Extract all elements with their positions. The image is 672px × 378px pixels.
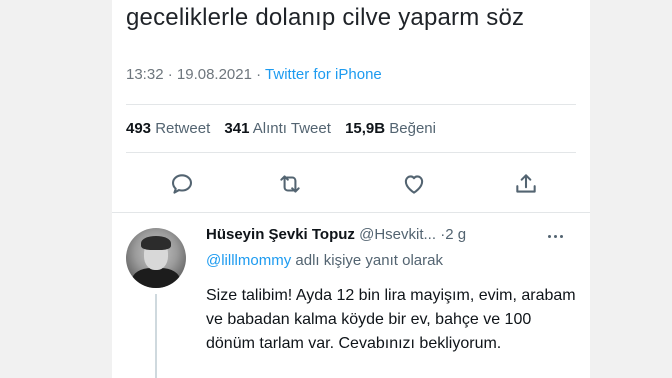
- retweet-button[interactable]: [270, 166, 310, 202]
- tweet-text: geceliklerle dolanıp cilve yaparm söz: [126, 4, 525, 31]
- tweet-card: geceliklerle dolanıp cilve yaparm söz 13…: [112, 0, 590, 378]
- tweet-actions: [126, 166, 576, 202]
- tweet-date[interactable]: 19.08.2021: [177, 66, 252, 83]
- likes-label: Beğeni: [389, 120, 436, 137]
- more-icon[interactable]: [548, 232, 570, 240]
- reply-tweet[interactable]: Hüseyin Şevki Topuz @Hsevkit... ·2 g @li…: [112, 218, 590, 378]
- quotes-stat[interactable]: 341 Alıntı Tweet: [224, 120, 330, 137]
- retweets-stat[interactable]: 493 Retweet: [126, 120, 210, 137]
- reply-button[interactable]: [162, 166, 202, 202]
- tweet-meta: 13:32 · 19.08.2021 · Twitter for iPhone: [126, 66, 382, 83]
- share-button[interactable]: [506, 166, 546, 202]
- avatar[interactable]: [126, 228, 186, 288]
- share-icon: [516, 174, 536, 193]
- tweet-stats: 493 Retweet 341 Alıntı Tweet 15,9B Beğen…: [126, 120, 436, 137]
- thread-line: [155, 294, 157, 378]
- retweet-icon: [280, 175, 300, 193]
- quotes-label: Alıntı Tweet: [252, 120, 331, 137]
- reply-to-line: @lilllmommy adlı kişiye yanıt olarak: [206, 252, 443, 269]
- retweets-count: 493: [126, 120, 152, 137]
- reply-mention[interactable]: @lilllmommy: [206, 252, 291, 269]
- divider: [126, 152, 576, 153]
- tweet-source[interactable]: Twitter for iPhone: [265, 66, 382, 83]
- likes-stat[interactable]: 15,9B Beğeni: [345, 120, 436, 137]
- meta-separator: ·: [256, 66, 266, 83]
- reply-text: Size talibim! Ayda 12 bin lira mayişım, …: [206, 287, 576, 352]
- reply-author-handle[interactable]: @Hsevkit...: [359, 226, 436, 243]
- reply-author-name[interactable]: Hüseyin Şevki Topuz: [206, 226, 355, 243]
- reply-header: Hüseyin Şevki Topuz @Hsevkit... ·2 g: [206, 226, 466, 243]
- divider: [126, 104, 576, 105]
- reply-to-text: adlı kişiye yanıt olarak: [295, 252, 443, 269]
- quotes-count: 341: [224, 120, 250, 137]
- reply-time[interactable]: 2 g: [445, 226, 466, 243]
- divider: [112, 212, 590, 213]
- retweets-label: Retweet: [155, 120, 211, 137]
- likes-count: 15,9B: [345, 120, 386, 137]
- like-icon: [404, 175, 424, 194]
- reply-icon: [171, 174, 193, 194]
- tweet-time[interactable]: 13:32: [126, 66, 164, 83]
- like-button[interactable]: [394, 166, 434, 202]
- meta-separator: ·: [167, 66, 177, 83]
